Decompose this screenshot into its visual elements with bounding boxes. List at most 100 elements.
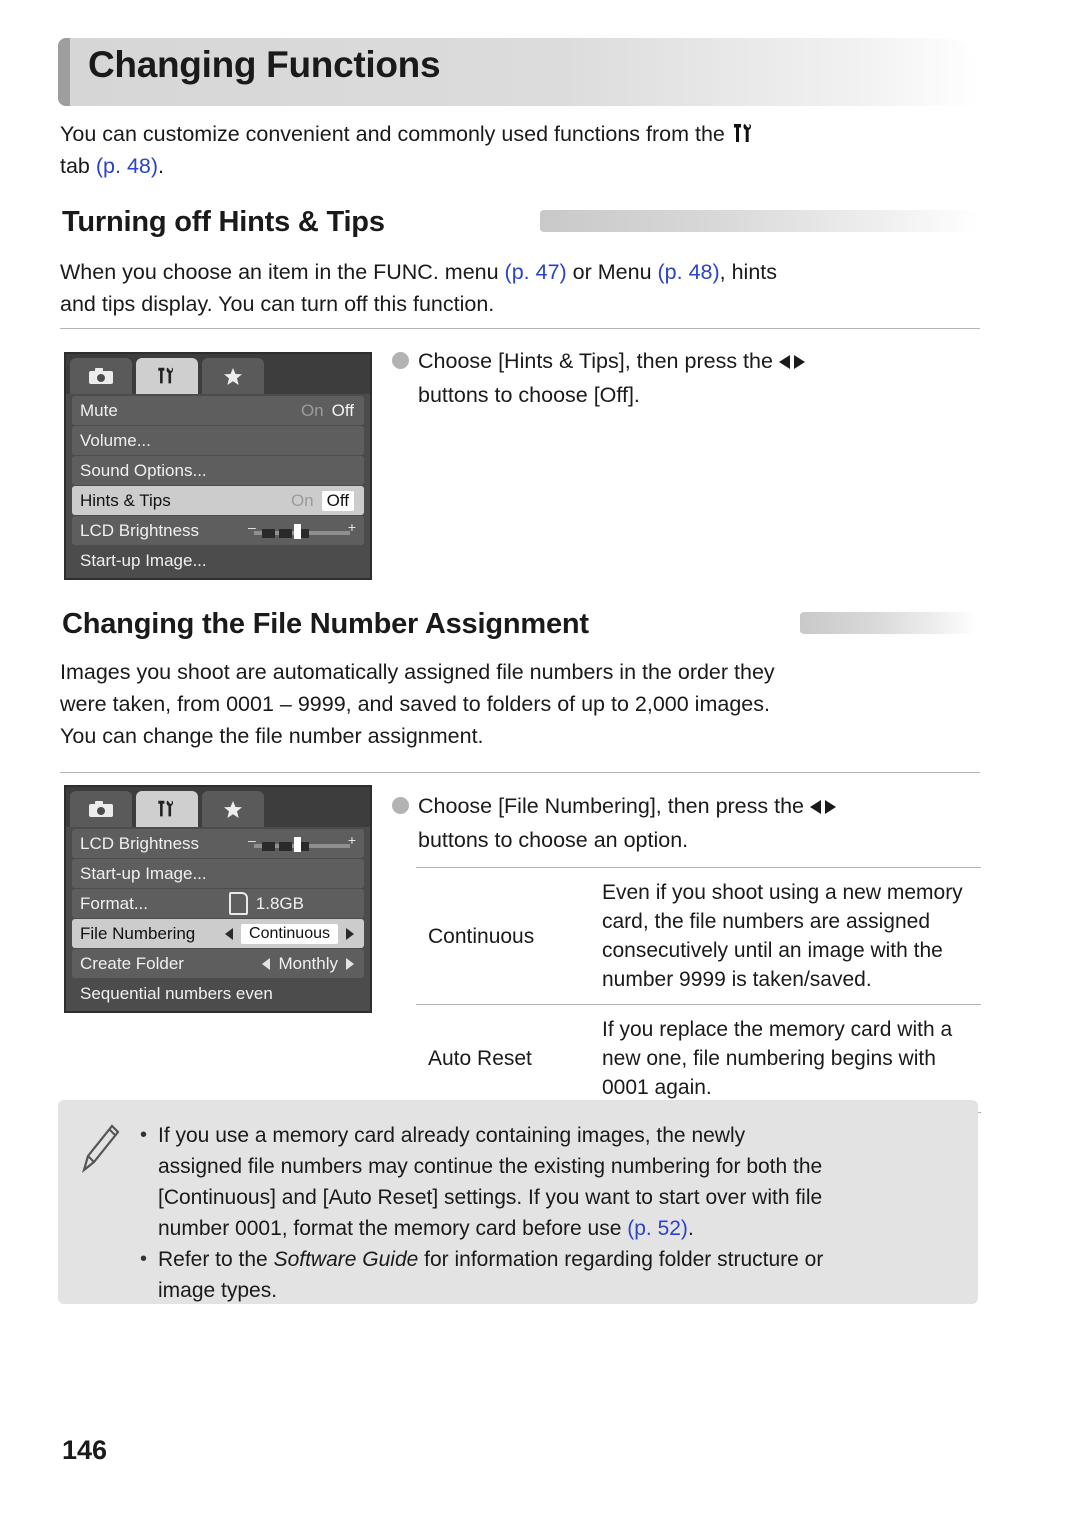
lcd2-format-size: 1.8GB	[255, 893, 304, 913]
lcd1-row-startup-image[interactable]: Start-up Image...	[72, 546, 364, 575]
note1-l1: If you use a memory card already contain…	[158, 1124, 746, 1147]
instr2-a: Choose [File Numbering], then press the	[418, 794, 810, 818]
lcd2-brightness-slider[interactable]: – +	[248, 832, 356, 853]
left-right-arrows-icon-2	[809, 799, 840, 815]
lcd1-row-hints-tips[interactable]: Hints & Tips On Off	[72, 486, 364, 515]
lcd1-camera-tab[interactable]	[70, 358, 132, 394]
s1-body-a: When you choose an item in the FUNC. men…	[60, 260, 505, 284]
note1-l2: assigned file numbers may continue the e…	[158, 1155, 823, 1178]
intro-paragraph: You can customize convenient and commonl…	[60, 118, 1000, 182]
s2-body-line1: Images you shoot are automatically assig…	[60, 660, 775, 684]
s2-body-line3: You can change the file number assignmen…	[60, 724, 484, 748]
lcd1-mute-on: On	[300, 400, 324, 420]
instr1-a: Choose [Hints & Tips], then press the	[418, 349, 779, 373]
section-1-body: When you choose an item in the FUNC. men…	[60, 256, 1000, 320]
document-page: Changing Functions You can customize con…	[0, 0, 1080, 1521]
table-cell-option-desc: Even if you shoot using a new memory car…	[586, 867, 981, 1005]
right-arrow-icon[interactable]	[346, 927, 354, 940]
lcd1-row-startup-label: Start-up Image...	[80, 550, 207, 570]
lcd2-row-startup-image[interactable]: Start-up Image...	[72, 859, 364, 888]
lcd2-wrench-tab[interactable]	[136, 791, 198, 827]
lcd-screenshot-file-numbering: LCD Brightness – + Start-up Image... For…	[64, 785, 372, 1013]
note1-l3: [Continuous] and [Auto Reset] settings. …	[158, 1186, 823, 1209]
s1-body-line2: and tips display. You can turn off this …	[60, 292, 495, 316]
lcd1-row-sound-options[interactable]: Sound Options...	[72, 456, 364, 485]
lcd1-hints-off: Off	[321, 490, 354, 511]
lcd2-row-format[interactable]: Format... 1.8GB	[72, 889, 364, 918]
lcd2-row-file-numbering[interactable]: File Numbering Continuous	[72, 919, 364, 948]
lcd2-tab-bar	[66, 787, 370, 827]
lcd2-row-file-numbering-label: File Numbering	[80, 923, 196, 943]
page-title: Changing Functions	[88, 44, 441, 85]
table-row: Continuous Even if you shoot using a new…	[416, 867, 981, 1005]
section-2-body: Images you shoot are automatically assig…	[60, 656, 1010, 752]
lcd2-row-format-label: Format...	[80, 893, 149, 913]
note2-a: Refer to the	[158, 1248, 274, 1271]
instruction-2-bullet	[392, 797, 409, 814]
instruction-1-bullet	[392, 352, 409, 369]
table-cell-option-desc: If you replace the memory card with a ne…	[586, 1004, 981, 1113]
s1-body-b: or Menu	[566, 260, 658, 284]
page-ref-48b[interactable]: (p. 48)	[658, 260, 720, 284]
right-arrow-icon-2[interactable]	[346, 957, 354, 970]
lcd2-file-numbering-value: Continuous	[225, 923, 354, 944]
lcd1-row-hints-value: On Off	[291, 490, 354, 511]
note2-l2: image types.	[158, 1279, 278, 1302]
lcd2-row-create-folder[interactable]: Create Folder Monthly	[72, 949, 364, 978]
divider-2	[60, 772, 980, 773]
instr1-b: buttons to choose [Off].	[418, 383, 640, 407]
lcd1-row-brightness-label: LCD Brightness	[80, 520, 200, 540]
lcd1-rows: Mute On Off Volume... Sound Options... H…	[66, 394, 370, 575]
intro-line2-text: tab	[60, 154, 96, 178]
lcd1-row-volume-label: Volume...	[80, 430, 151, 450]
instruction-1-text: Choose [Hints & Tips], then press the bu…	[418, 344, 978, 412]
lcd1-row-mute-label: Mute	[80, 400, 118, 420]
page-ref-47[interactable]: (p. 47)	[505, 260, 567, 284]
file-numbering-options-table: Continuous Even if you shoot using a new…	[416, 867, 981, 1113]
divider-1	[60, 328, 980, 329]
intro-line2-period: .	[158, 154, 164, 178]
lcd2-row-brightness-label: LCD Brightness	[80, 833, 200, 853]
lcd1-mute-off: Off	[331, 400, 354, 420]
lcd2-rows: LCD Brightness – + Start-up Image... For…	[66, 827, 370, 1008]
lcd1-tab-bar	[66, 354, 370, 394]
instruction-2-text: Choose [File Numbering], then press the …	[418, 789, 988, 857]
note1-l4a: number 0001, format the memory card befo…	[158, 1217, 628, 1240]
note-bullet-2-marker: •	[140, 1248, 148, 1270]
lcd1-row-lcd-brightness[interactable]: LCD Brightness – +	[72, 516, 364, 545]
page-ref-52[interactable]: (p. 52)	[627, 1217, 688, 1240]
lcd1-wrench-tab[interactable]	[136, 358, 198, 394]
lcd2-star-tab[interactable]	[202, 791, 264, 827]
left-arrow-icon-2[interactable]	[262, 957, 271, 970]
section-1-heading: Turning off Hints & Tips	[62, 206, 385, 238]
menu-wrench-icon	[731, 122, 757, 145]
lcd2-row-startup-label: Start-up Image...	[80, 863, 207, 883]
page-ref-48[interactable]: (p. 48)	[96, 154, 158, 178]
lcd1-brightness-slider[interactable]: – +	[248, 519, 356, 540]
lcd1-row-mute-value: On Off	[301, 401, 354, 421]
instr2-b: buttons to choose an option.	[418, 828, 689, 852]
lcd1-row-mute[interactable]: Mute On Off	[72, 396, 364, 425]
memory-card-icon	[228, 892, 248, 915]
lcd2-row-hint: Sequential numbers even	[72, 979, 364, 1008]
left-right-arrows-icon	[778, 354, 809, 370]
lcd-screenshot-settings-menu: Mute On Off Volume... Sound Options... H…	[64, 352, 372, 580]
note2-italic: Software Guide	[273, 1248, 419, 1271]
note-bullet-1-marker: •	[140, 1124, 148, 1146]
lcd1-star-tab[interactable]	[202, 358, 264, 394]
section-2-bar	[800, 612, 978, 634]
note-bullet-1: If you use a memory card already contain…	[158, 1120, 978, 1244]
lcd1-row-volume[interactable]: Volume...	[72, 426, 364, 455]
lcd2-create-folder-option: Monthly	[278, 953, 338, 973]
lcd2-format-value: 1.8GB	[228, 892, 304, 915]
lcd1-row-hints-label: Hints & Tips	[80, 490, 171, 510]
section-2-heading: Changing the File Number Assignment	[62, 608, 589, 640]
note-bullet-2: Refer to the Software Guide for informat…	[158, 1244, 978, 1306]
s2-body-line2: were taken, from 0001 – 9999, and saved …	[60, 692, 770, 716]
left-arrow-icon[interactable]	[225, 927, 234, 940]
note1-l4b: .	[687, 1217, 694, 1240]
lcd2-row-lcd-brightness[interactable]: LCD Brightness – +	[72, 829, 364, 858]
lcd2-camera-tab[interactable]	[70, 791, 132, 827]
title-accent-bar	[58, 38, 70, 106]
table-cell-option-name: Auto Reset	[416, 1004, 586, 1113]
